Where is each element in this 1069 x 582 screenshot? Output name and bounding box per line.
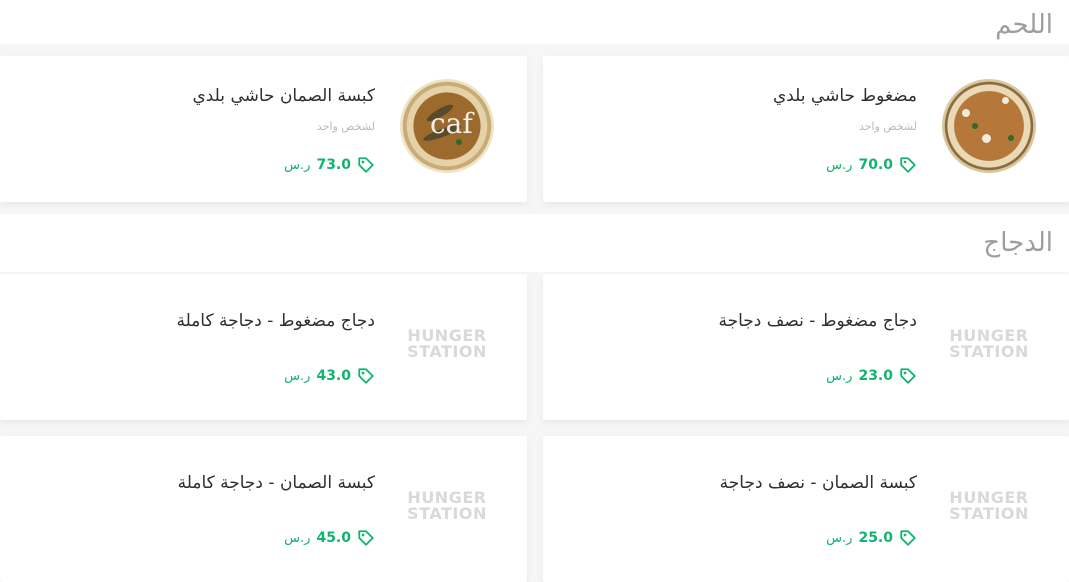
tag-icon xyxy=(900,530,916,546)
tag-icon xyxy=(358,530,374,546)
price-currency: ر.س xyxy=(826,368,853,384)
item-price: 73.0 ر.س xyxy=(284,156,375,174)
price-amount: 25.0 xyxy=(858,530,893,546)
tag-icon xyxy=(358,368,374,384)
price-currency: ر.س xyxy=(284,530,311,546)
hungerstation-logo: HUNGER STATION xyxy=(942,314,1036,374)
item-name: مضغوط حاشي بلدي xyxy=(772,86,917,106)
dish-image: caf xyxy=(400,79,494,173)
price-amount: 43.0 xyxy=(316,368,351,384)
hungerstation-logo: HUNGER STATION xyxy=(400,314,494,374)
item-price: 43.0 ر.س xyxy=(284,367,375,385)
price-amount: 45.0 xyxy=(316,530,351,546)
menu-item-card[interactable]: HUNGER STATION كبسة الصمان - دجاجة كاملة… xyxy=(0,436,527,582)
item-price: 25.0 ر.س xyxy=(826,529,917,547)
item-price: 45.0 ر.س xyxy=(284,529,375,547)
menu-item-card[interactable]: HUNGER STATION كبسة الصمان - نصف دجاجة 2… xyxy=(543,436,1069,582)
price-amount: 73.0 xyxy=(316,157,351,173)
menu-item-card[interactable]: HUNGER STATION دجاج مضغوط - دجاجة كاملة … xyxy=(0,274,527,420)
tag-icon xyxy=(358,157,374,173)
item-price: 70.0 ر.س xyxy=(826,156,917,174)
item-name: كبسة الصمان حاشي بلدي xyxy=(192,86,375,106)
logo-line2: STATION xyxy=(407,504,487,523)
price-currency: ر.س xyxy=(826,530,853,546)
section-title-meat: اللحم xyxy=(995,10,1053,40)
section-band-chicken xyxy=(0,214,1069,272)
section-title-chicken: الدجاج xyxy=(983,228,1053,258)
item-name: دجاج مضغوط - نصف دجاجة xyxy=(718,311,918,331)
dish-caf-watermark: caf xyxy=(430,107,473,140)
item-description: لشخص واحد xyxy=(316,120,375,133)
logo-line2: STATION xyxy=(949,342,1029,361)
price-amount: 70.0 xyxy=(858,157,893,173)
tag-icon xyxy=(900,157,916,173)
dish-image xyxy=(942,79,1036,173)
logo-line2: STATION xyxy=(407,342,487,361)
price-currency: ر.س xyxy=(284,368,311,384)
item-name: دجاج مضغوط - دجاجة كاملة xyxy=(176,311,375,331)
tag-icon xyxy=(900,368,916,384)
hungerstation-logo: HUNGER STATION xyxy=(400,476,494,536)
section-band-meat xyxy=(0,0,1069,44)
menu-item-card[interactable]: caf كبسة الصمان حاشي بلدي لشخص واحد 73.0… xyxy=(0,56,527,202)
menu-item-card[interactable]: HUNGER STATION دجاج مضغوط - نصف دجاجة 23… xyxy=(543,274,1069,420)
menu-item-card[interactable]: مضغوط حاشي بلدي لشخص واحد 70.0 ر.س xyxy=(543,56,1069,202)
item-name: كبسة الصمان - دجاجة كاملة xyxy=(177,473,375,493)
item-name: كبسة الصمان - نصف دجاجة xyxy=(719,473,917,493)
price-currency: ر.س xyxy=(284,157,311,173)
price-amount: 23.0 xyxy=(858,368,893,384)
item-price: 23.0 ر.س xyxy=(826,367,917,385)
hungerstation-logo: HUNGER STATION xyxy=(942,476,1036,536)
item-description: لشخص واحد xyxy=(858,120,917,133)
logo-line2: STATION xyxy=(949,504,1029,523)
price-currency: ر.س xyxy=(826,157,853,173)
